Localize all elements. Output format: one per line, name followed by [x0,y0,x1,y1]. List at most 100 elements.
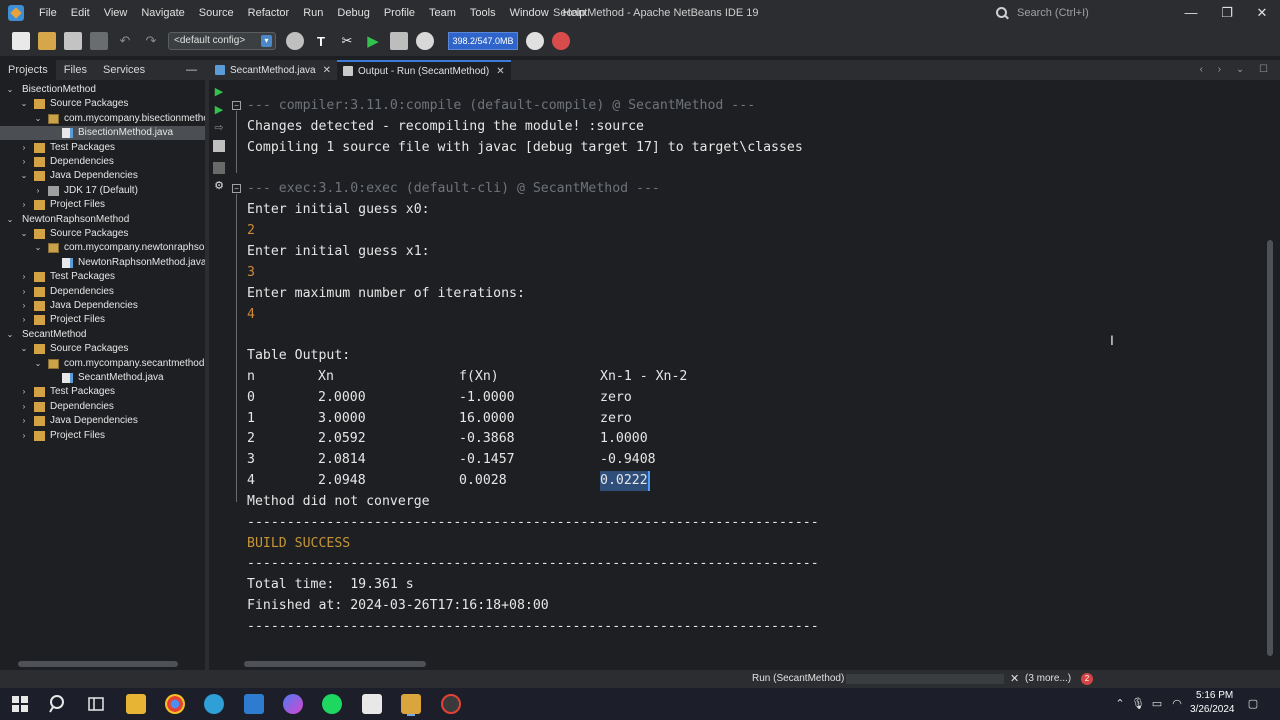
horizontal-scrollbar[interactable] [18,661,178,667]
chevron-down-icon[interactable]: ⌄ [5,213,15,227]
tab-scroll-controls[interactable]: ‹ › ⌄ ☐ [1200,60,1274,80]
tree-item[interactable]: ⌄ NewtonRaphsonMethod [0,213,205,227]
chevron-down-icon[interactable]: ⌄ [33,112,43,126]
output-console[interactable]: − − --- compiler:3.11.0:compile (default… [229,82,1265,660]
search-icon[interactable] [48,694,68,714]
menu-item[interactable]: Refactor [241,0,297,26]
chevron-down-icon[interactable]: ⌄ [33,357,43,371]
menu-item[interactable]: Navigate [134,0,191,26]
menu-item[interactable]: Run [296,0,330,26]
tree-item[interactable]: ⌄ com.mycompany.bisectionmethod [0,112,214,126]
minimize-panel-button[interactable]: — [186,60,197,80]
memory-usage-meter[interactable]: 398.2/547.0MB [448,32,518,50]
chrome-icon[interactable] [165,694,185,714]
open-project-icon[interactable] [64,32,82,50]
chevron-right-icon[interactable]: › [19,313,29,327]
rerun-icon[interactable]: ▶ [213,86,225,98]
gc-icon[interactable] [526,32,544,50]
notification-badge[interactable]: 2 [1081,673,1093,685]
redo-icon[interactable]: ↷ [142,32,160,50]
chevron-right-icon[interactable]: › [19,429,29,443]
notepad-icon[interactable] [362,694,382,714]
tree-item[interactable]: ⌄ Source Packages [0,342,205,356]
tree-item[interactable]: › JDK 17 (Default) [0,184,205,198]
chevron-up-icon[interactable]: ⌃ [1113,697,1127,711]
chevron-down-icon[interactable]: ⌄ [5,328,15,342]
more-tasks-link[interactable]: (3 more...) [1025,670,1071,688]
chevron-right-icon[interactable]: › [19,285,29,299]
redo-output-icon[interactable]: ⇨ [213,122,225,134]
chevron-down-icon[interactable]: ⌄ [5,83,15,97]
tree-item[interactable]: ⌄ Java Dependencies [0,169,205,183]
minimize-window-button[interactable]: — [1174,0,1208,26]
tree-item[interactable]: › Dependencies [0,400,205,414]
new-project-icon[interactable] [38,32,56,50]
spotify-icon[interactable] [322,694,342,714]
chevron-right-icon[interactable]: › [19,141,29,155]
microphone-icon[interactable]: 🎙 [1131,697,1145,711]
build-hammer-icon[interactable]: T [312,32,330,50]
run-icon[interactable]: ▶ [364,32,382,50]
file-explorer-icon[interactable] [126,694,146,714]
settings-icon[interactable] [213,140,225,152]
chevron-right-icon[interactable]: › [19,400,29,414]
menu-item[interactable]: Profile [377,0,422,26]
menu-item[interactable]: Team [422,0,463,26]
tree-item[interactable]: › Dependencies [0,155,205,169]
stop-icon[interactable] [213,162,225,174]
messenger-icon[interactable] [283,694,303,714]
tree-item[interactable]: ⌄ com.mycompany.secantmethod [0,357,205,371]
gear-icon[interactable]: ⚙ [213,180,225,192]
cancel-task-button[interactable]: ✕ [1010,670,1019,688]
menu-item[interactable]: Source [192,0,241,26]
rerun-with-params-icon[interactable]: ▶ [213,104,225,116]
maximize-window-button[interactable]: ❐ [1210,0,1244,26]
netbeans-taskbar-icon[interactable] [401,694,421,714]
edge-icon[interactable] [204,694,224,714]
tree-item[interactable]: ⌄ SecantMethod [0,328,205,342]
vertical-scrollbar[interactable] [1267,240,1273,656]
clock-date[interactable]: 3/26/2024 [1190,704,1235,715]
notifications-icon[interactable]: ▢ [1246,697,1260,711]
config-select[interactable]: <default config> ▾ [168,32,276,50]
save-all-icon[interactable] [90,32,108,50]
chevron-right-icon[interactable]: › [19,299,29,313]
vscode-icon[interactable] [244,694,264,714]
chevron-right-icon[interactable]: › [19,385,29,399]
tree-item[interactable]: › Java Dependencies [0,299,205,313]
tab-files[interactable]: Files [56,60,95,80]
tree-item[interactable]: › Project Files [0,429,205,443]
tab-services[interactable]: Services [95,60,153,80]
chevron-down-icon[interactable]: ⌄ [33,241,43,255]
debug-icon[interactable] [390,32,408,50]
profiler-snapshot-icon[interactable] [552,32,570,50]
search-input[interactable]: Search (Ctrl+I) [995,3,1173,23]
tab-projects[interactable]: Projects [0,60,56,80]
tree-item[interactable]: BisectionMethod.java [0,126,205,141]
tree-item[interactable]: NewtonRaphsonMethod.java [0,256,206,270]
running-task-label[interactable]: Run (SecantMethod) [752,670,844,688]
tree-item[interactable]: ⌄ com.mycompany.newtonraphsonm [0,241,218,255]
task-view-icon[interactable] [86,694,106,714]
tree-item[interactable]: › Test Packages [0,385,205,399]
profile-icon[interactable] [416,32,434,50]
obs-icon[interactable] [441,694,461,714]
chevron-right-icon[interactable]: › [19,414,29,428]
chevron-right-icon[interactable]: › [33,184,43,198]
chevron-right-icon[interactable]: › [19,155,29,169]
tree-item[interactable]: ⌄ Source Packages [0,97,205,111]
close-window-button[interactable]: ✕ [1245,0,1279,26]
tree-item[interactable]: › Dependencies [0,285,205,299]
tree-item[interactable]: › Test Packages [0,141,205,155]
tree-item[interactable]: › Project Files [0,198,205,212]
chevron-right-icon[interactable]: › [19,270,29,284]
tab-secantmethod-java[interactable]: SecantMethod.java ✕ [209,60,337,80]
horizontal-scrollbar[interactable] [244,661,426,667]
chevron-right-icon[interactable]: › [19,198,29,212]
tab-output-run[interactable]: Output - Run (SecantMethod) ✕ [337,60,511,80]
target-platform-icon[interactable] [286,32,304,50]
tree-item[interactable]: › Project Files [0,313,205,327]
chevron-down-icon[interactable]: ⌄ [19,97,29,111]
menu-item[interactable]: File [32,0,64,26]
network-icon[interactable]: ▭ [1150,697,1164,711]
